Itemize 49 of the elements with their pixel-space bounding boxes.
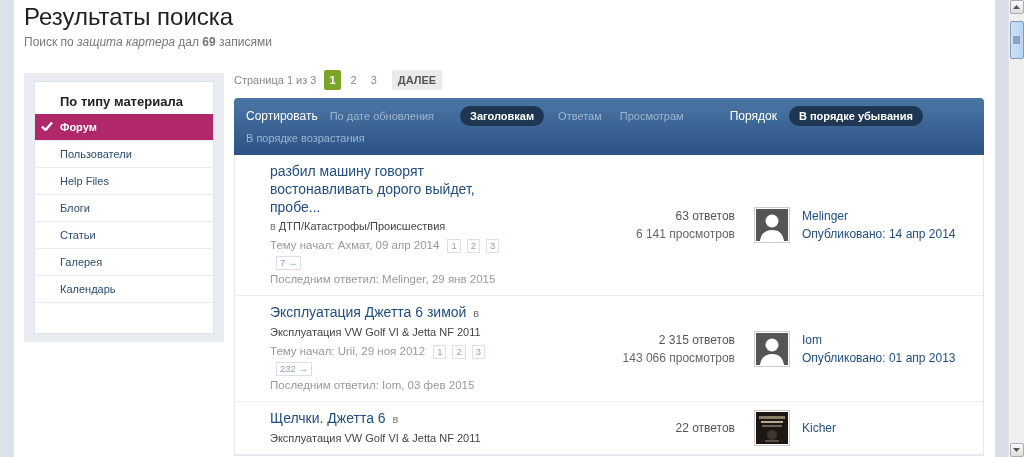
topic-title-link[interactable]: Эксплуатация Джетта 6 зимой	[270, 303, 467, 321]
filter-heading: По типу материала	[59, 93, 184, 111]
filter-item[interactable]: Help Files	[35, 168, 213, 195]
view-count: 143 066 просмотров	[621, 349, 735, 367]
up-arrow-icon	[1013, 5, 1020, 9]
sort-label: Сортировать	[246, 109, 318, 123]
page-link[interactable]: 3	[366, 71, 381, 89]
filter-item[interactable]: Календарь	[35, 276, 213, 303]
page-title: Результаты поиска	[24, 3, 234, 31]
last-reply: Последним ответил: Iom, 03 фев 2015	[270, 378, 476, 393]
publish-date: Опубликовано: 01 апр 2013	[802, 349, 956, 367]
filter-item[interactable]: Блоги	[35, 195, 213, 222]
author-link[interactable]: Kicher	[802, 419, 836, 437]
topic-starter: Тему начал: Ахмат, 09 апр 2014	[270, 239, 440, 251]
reply-count: 63 ответов	[674, 208, 735, 225]
forum-prefix: в	[473, 307, 480, 319]
last-reply: Последним ответил: Melinger, 29 янв 2015	[270, 272, 497, 287]
down-arrow-icon	[1013, 448, 1020, 452]
grip-icon	[1013, 36, 1020, 44]
author-link[interactable]: Iom	[802, 330, 956, 349]
forum-link[interactable]: ДТП/Катастрофы/Происшествия	[278, 218, 446, 235]
search-summary: Поиск по защита картера дал 69 записями	[24, 35, 273, 49]
page-link[interactable]: 2	[346, 71, 361, 89]
forum-link[interactable]: Эксплуатация VW Golf VI & Jetta NF 2011	[270, 324, 481, 341]
forum-link[interactable]: Эксплуатация VW Golf VI & Jetta NF 2011	[270, 430, 481, 447]
filter-item[interactable]: Статьи	[35, 222, 213, 249]
filter-item[interactable]: Форум	[35, 114, 213, 141]
scroll-down-button[interactable]	[1009, 443, 1024, 457]
reply-count: 2 315 ответов	[657, 331, 735, 349]
view-count: 6 141 просмотров	[634, 226, 735, 243]
check-icon	[41, 121, 53, 131]
topic-starter: Тему начал: Urii, 29 ноя 2012	[270, 345, 426, 357]
scroll-up-button[interactable]	[1009, 0, 1024, 14]
author-link[interactable]: Melinger	[802, 207, 956, 225]
publish-date: Опубликовано: 14 апр 2014	[802, 226, 956, 243]
next-button[interactable]: ДАЛЕЕ	[391, 70, 443, 90]
scrollbar[interactable]	[1008, 0, 1024, 457]
filter-item[interactable]: Пользователи	[35, 141, 213, 168]
scroll-thumb[interactable]	[1009, 21, 1024, 59]
order-option[interactable]: В порядке убывания	[788, 106, 923, 126]
page-count: Страница 1 из 3	[234, 74, 317, 86]
filter-item[interactable]: Галерея	[35, 249, 213, 276]
reply-count: 22 ответов	[674, 420, 735, 437]
sort-option[interactable]: Заголовкам	[460, 106, 545, 126]
order-label: Порядок	[729, 109, 777, 123]
topic-title-link[interactable]: Щелчки. Джетта 6	[270, 409, 386, 427]
topic-title-link[interactable]: разбил машину говорят востонавливать дорого выйдет, пробе...	[270, 162, 509, 216]
forum-prefix: в	[270, 220, 276, 232]
forum-prefix: в	[392, 413, 399, 425]
